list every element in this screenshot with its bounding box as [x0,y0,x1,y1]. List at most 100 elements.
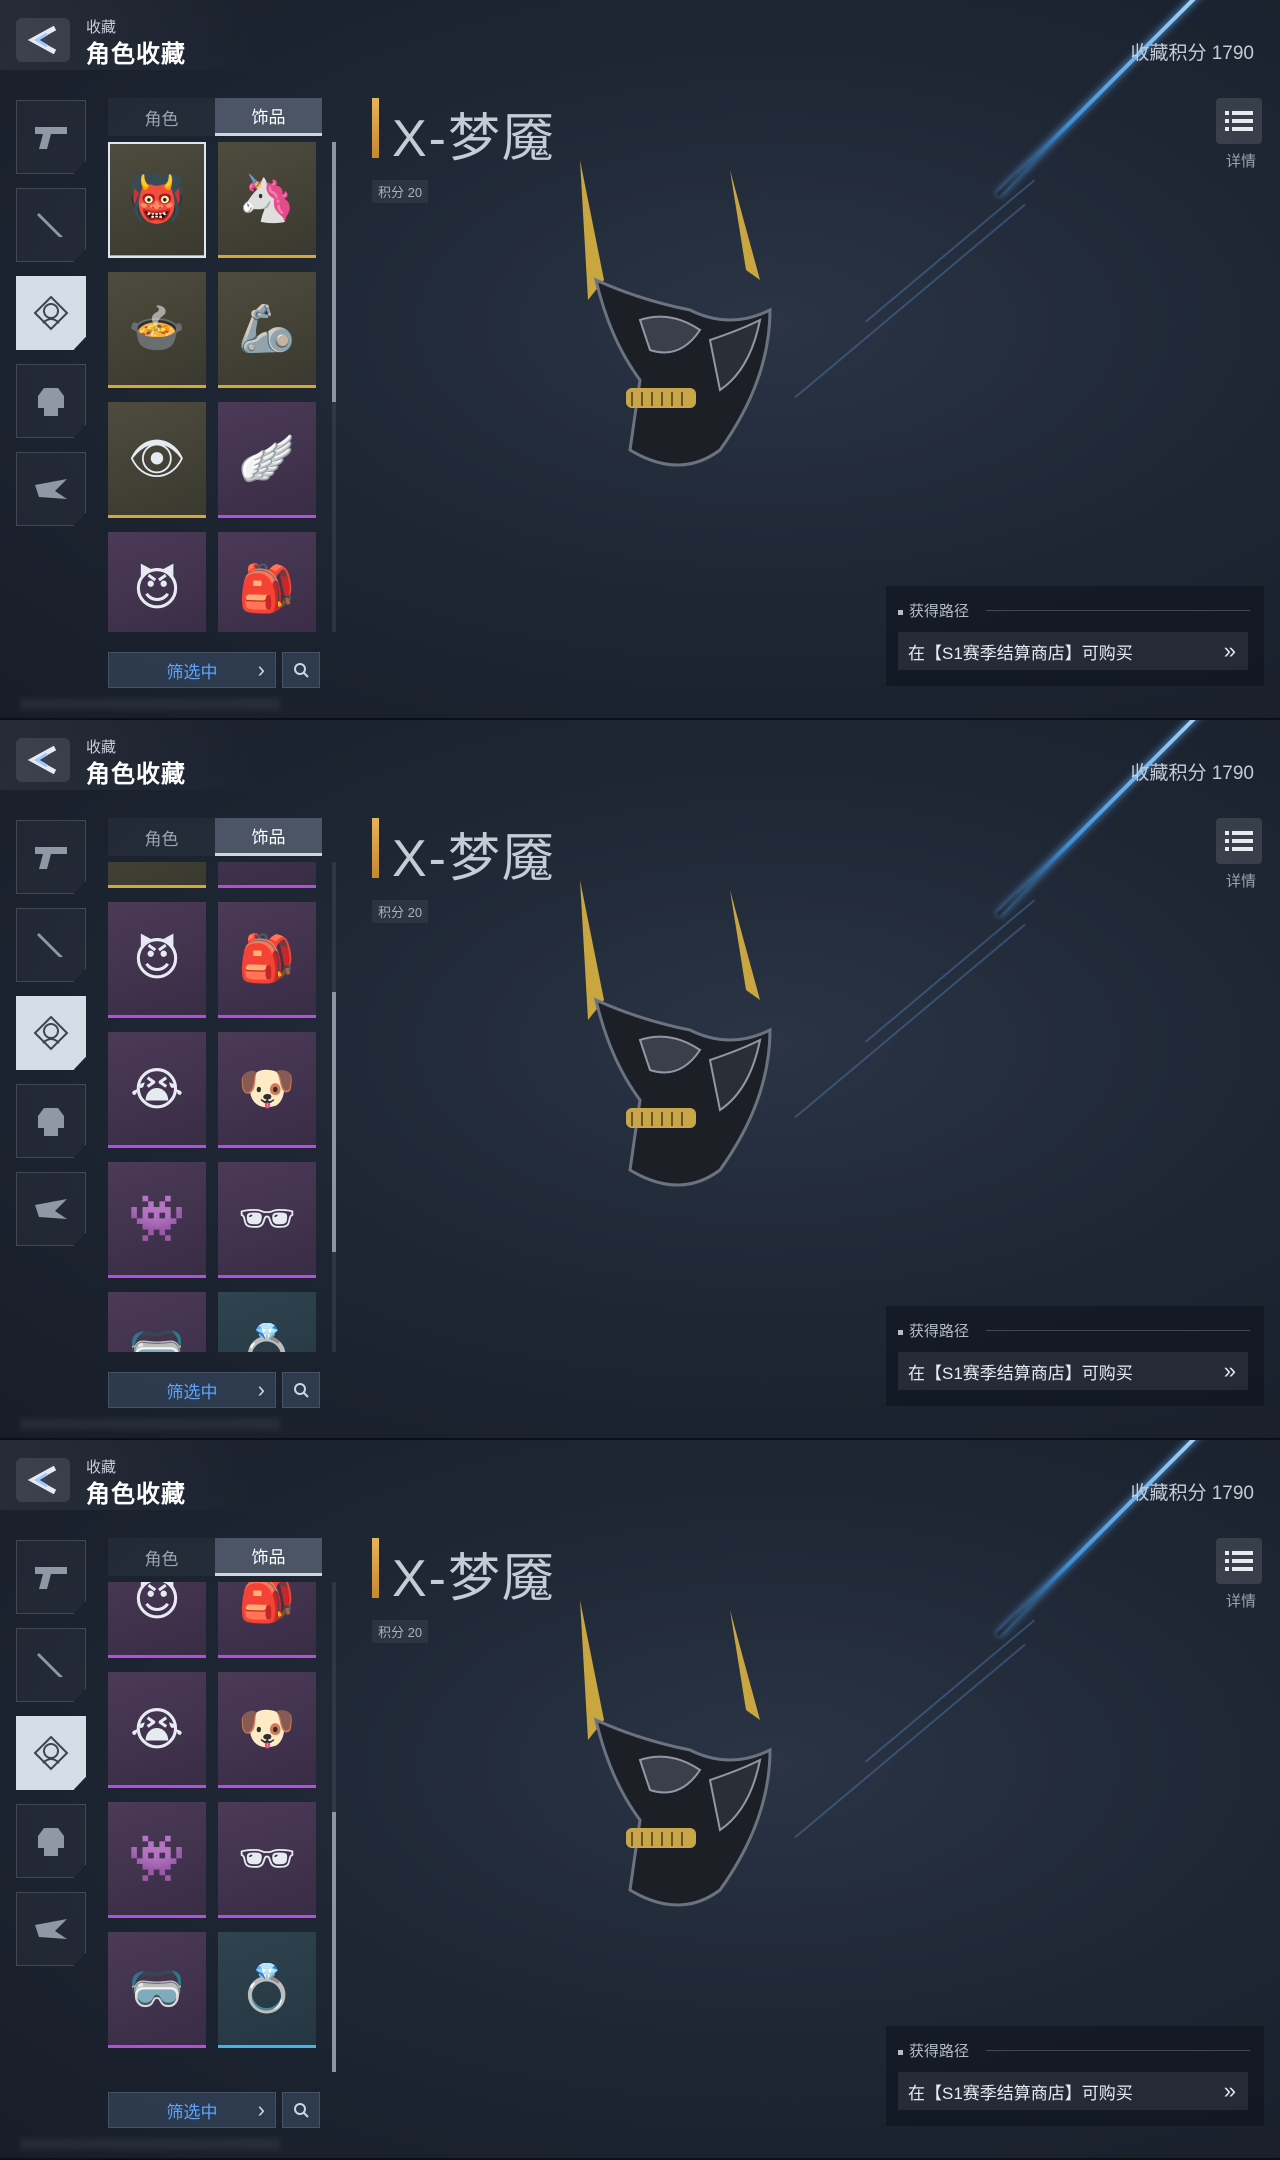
detail-button[interactable] [1216,818,1262,864]
devil-cat-icon: 😈 [133,562,181,615]
sidebar-item-glider[interactable] [16,1172,86,1246]
item-grid-scrollbar[interactable] [332,142,336,632]
collection-item-card[interactable]: 😭 [108,1672,206,1788]
scrollbar-thumb[interactable] [332,1812,336,2072]
winged-glasses-icon: 🥽 [128,1962,186,2014]
collection-item-card[interactable]: 🕶 [218,1162,316,1278]
tab-character[interactable]: 角色 [108,1538,215,1576]
item-grid-viewport[interactable]: 👹🦄🍲🦾👁🪽😈🎒😭🐶 [108,142,322,632]
character-icon [33,1015,69,1051]
list-icon [1225,111,1253,131]
collection-item-card[interactable]: 💍 [218,1292,316,1352]
filter-button[interactable]: 筛选中 › [108,2092,276,2128]
collection-item-card[interactable]: 💍 [218,1932,316,2048]
sidebar-item-glider[interactable] [16,452,86,526]
collection-item-card[interactable]: 🪽 [218,862,316,888]
collection-item-card[interactable]: 🕶 [218,1802,316,1918]
back-button[interactable] [16,18,70,62]
sidebar-item-character[interactable] [16,1716,86,1790]
search-button[interactable] [282,2092,320,2128]
detail-label: 详情 [1225,153,1256,170]
footer-hint [20,1418,280,1430]
collection-item-card[interactable]: 👾 [108,1802,206,1918]
sidebar-item-melee[interactable] [16,908,86,982]
collection-item-card[interactable]: 👁 [108,402,206,518]
item-grid: 👹🦄🍲🦾👁🪽😈🎒😭🐶 [108,142,322,632]
search-button[interactable] [282,1372,320,1408]
collection-item-card[interactable]: 🦄 [218,142,316,258]
detail-button[interactable] [1216,1538,1262,1584]
tab-accessories[interactable]: 饰品 [215,98,322,136]
tab-accessories[interactable]: 饰品 [215,818,322,856]
sidebar-item-character[interactable] [16,276,86,350]
sidebar-item-armor[interactable] [16,1804,86,1878]
item-grid: 👁 🪽 😈 🎒 😭 🐶 👾 🕶 🥽 💍 [108,862,322,1352]
collection-item-card[interactable]: 🥽 [108,1292,206,1352]
sidebar-item-firearm[interactable] [16,100,86,174]
collection-item-card[interactable]: 🎒 [218,1582,316,1658]
back-button[interactable] [16,738,70,782]
sidebar-item-melee[interactable] [16,1628,86,1702]
list-icon [1225,1551,1253,1571]
sidebar-item-firearm[interactable] [16,1540,86,1614]
armor-icon [38,1828,64,1856]
light-streak [865,1619,1035,1763]
collection-item-card[interactable]: 🐶 [218,1672,316,1788]
item-grid-scrollbar[interactable] [332,1582,336,2072]
item-grid-viewport[interactable]: 😈 🎒 😭 🐶 👾 🕶 🥽 💍 [108,1582,322,2072]
filter-button[interactable]: 筛选中 › [108,652,276,688]
collection-item-card[interactable]: 🪽 [218,402,316,518]
scrollbar-thumb[interactable] [332,992,336,1252]
item-grid-viewport[interactable]: 👁 🪽 😈 🎒 😭 🐶 👾 🕶 🥽 💍 [108,862,322,1352]
nightmare-mask-preview[interactable] [570,880,800,1200]
acquisition-route-button[interactable]: 在【S1赛季结算商店】可购买 » [898,632,1248,670]
collection-item-card[interactable]: 👹 [108,142,206,258]
nightmare-mask-preview[interactable] [570,1600,800,1920]
red-backpack-icon: 🎒 [238,1582,296,1624]
acquisition-panel: 获得路径 在【S1赛季结算商店】可购买 » [886,1306,1264,1406]
sidebar-item-armor[interactable] [16,364,86,438]
acquisition-route-text: 在【S1赛季结算商店】可购买 [908,2083,1133,2103]
shiba-dog-icon: 🐶 [238,1062,296,1114]
acquisition-route-button[interactable]: 在【S1赛季结算商店】可购买 » [898,1352,1248,1390]
collection-item-card[interactable]: 👁 [108,862,206,888]
item-name: X-梦魇 [392,830,557,888]
glider-icon [35,479,67,499]
tab-character[interactable]: 角色 [108,818,215,856]
sidebar-item-armor[interactable] [16,1084,86,1158]
tab-character[interactable]: 角色 [108,98,215,136]
tab-accessories[interactable]: 饰品 [215,1538,322,1576]
collection-item-card[interactable]: 🎒 [218,902,316,1018]
collection-item-card[interactable]: 😈 [108,1582,206,1658]
search-icon [294,1383,309,1398]
collection-item-card[interactable]: 😈 [108,902,206,1018]
collection-item-card[interactable]: 🍲 [108,272,206,388]
filter-label: 筛选中 [166,662,218,682]
collection-item-card[interactable]: 😈 [108,532,206,632]
nightmare-mask-preview[interactable] [570,160,800,480]
collection-item-card[interactable]: 🎒 [218,532,316,632]
sidebar-item-character[interactable] [16,996,86,1070]
double-chevron-right-icon: » [1223,638,1236,663]
collection-item-card[interactable]: 😭 [108,1032,206,1148]
acquisition-route-button[interactable]: 在【S1赛季结算商店】可购买 » [898,2072,1248,2110]
back-button[interactable] [16,1458,70,1502]
search-button[interactable] [282,652,320,688]
glider-icon [35,1919,67,1939]
collection-item-card[interactable]: 🦾 [218,272,316,388]
collection-item-card[interactable]: 🐶 [218,1032,316,1148]
cyber-ring-icon: 💍 [238,1322,296,1352]
sidebar-item-melee[interactable] [16,188,86,262]
detail-button[interactable] [1216,98,1262,144]
sidebar-item-glider[interactable] [16,1892,86,1966]
back-arrow-icon [27,25,57,55]
divider [986,610,1250,611]
item-name-accent [372,818,379,878]
acquisition-panel: 获得路径 在【S1赛季结算商店】可购买 » [886,586,1264,686]
item-grid-scrollbar[interactable] [332,862,336,1352]
collection-item-card[interactable]: 👾 [108,1162,206,1278]
filter-button[interactable]: 筛选中 › [108,1372,276,1408]
scrollbar-thumb[interactable] [332,142,336,402]
sidebar-item-firearm[interactable] [16,820,86,894]
collection-item-card[interactable]: 🥽 [108,1932,206,2048]
